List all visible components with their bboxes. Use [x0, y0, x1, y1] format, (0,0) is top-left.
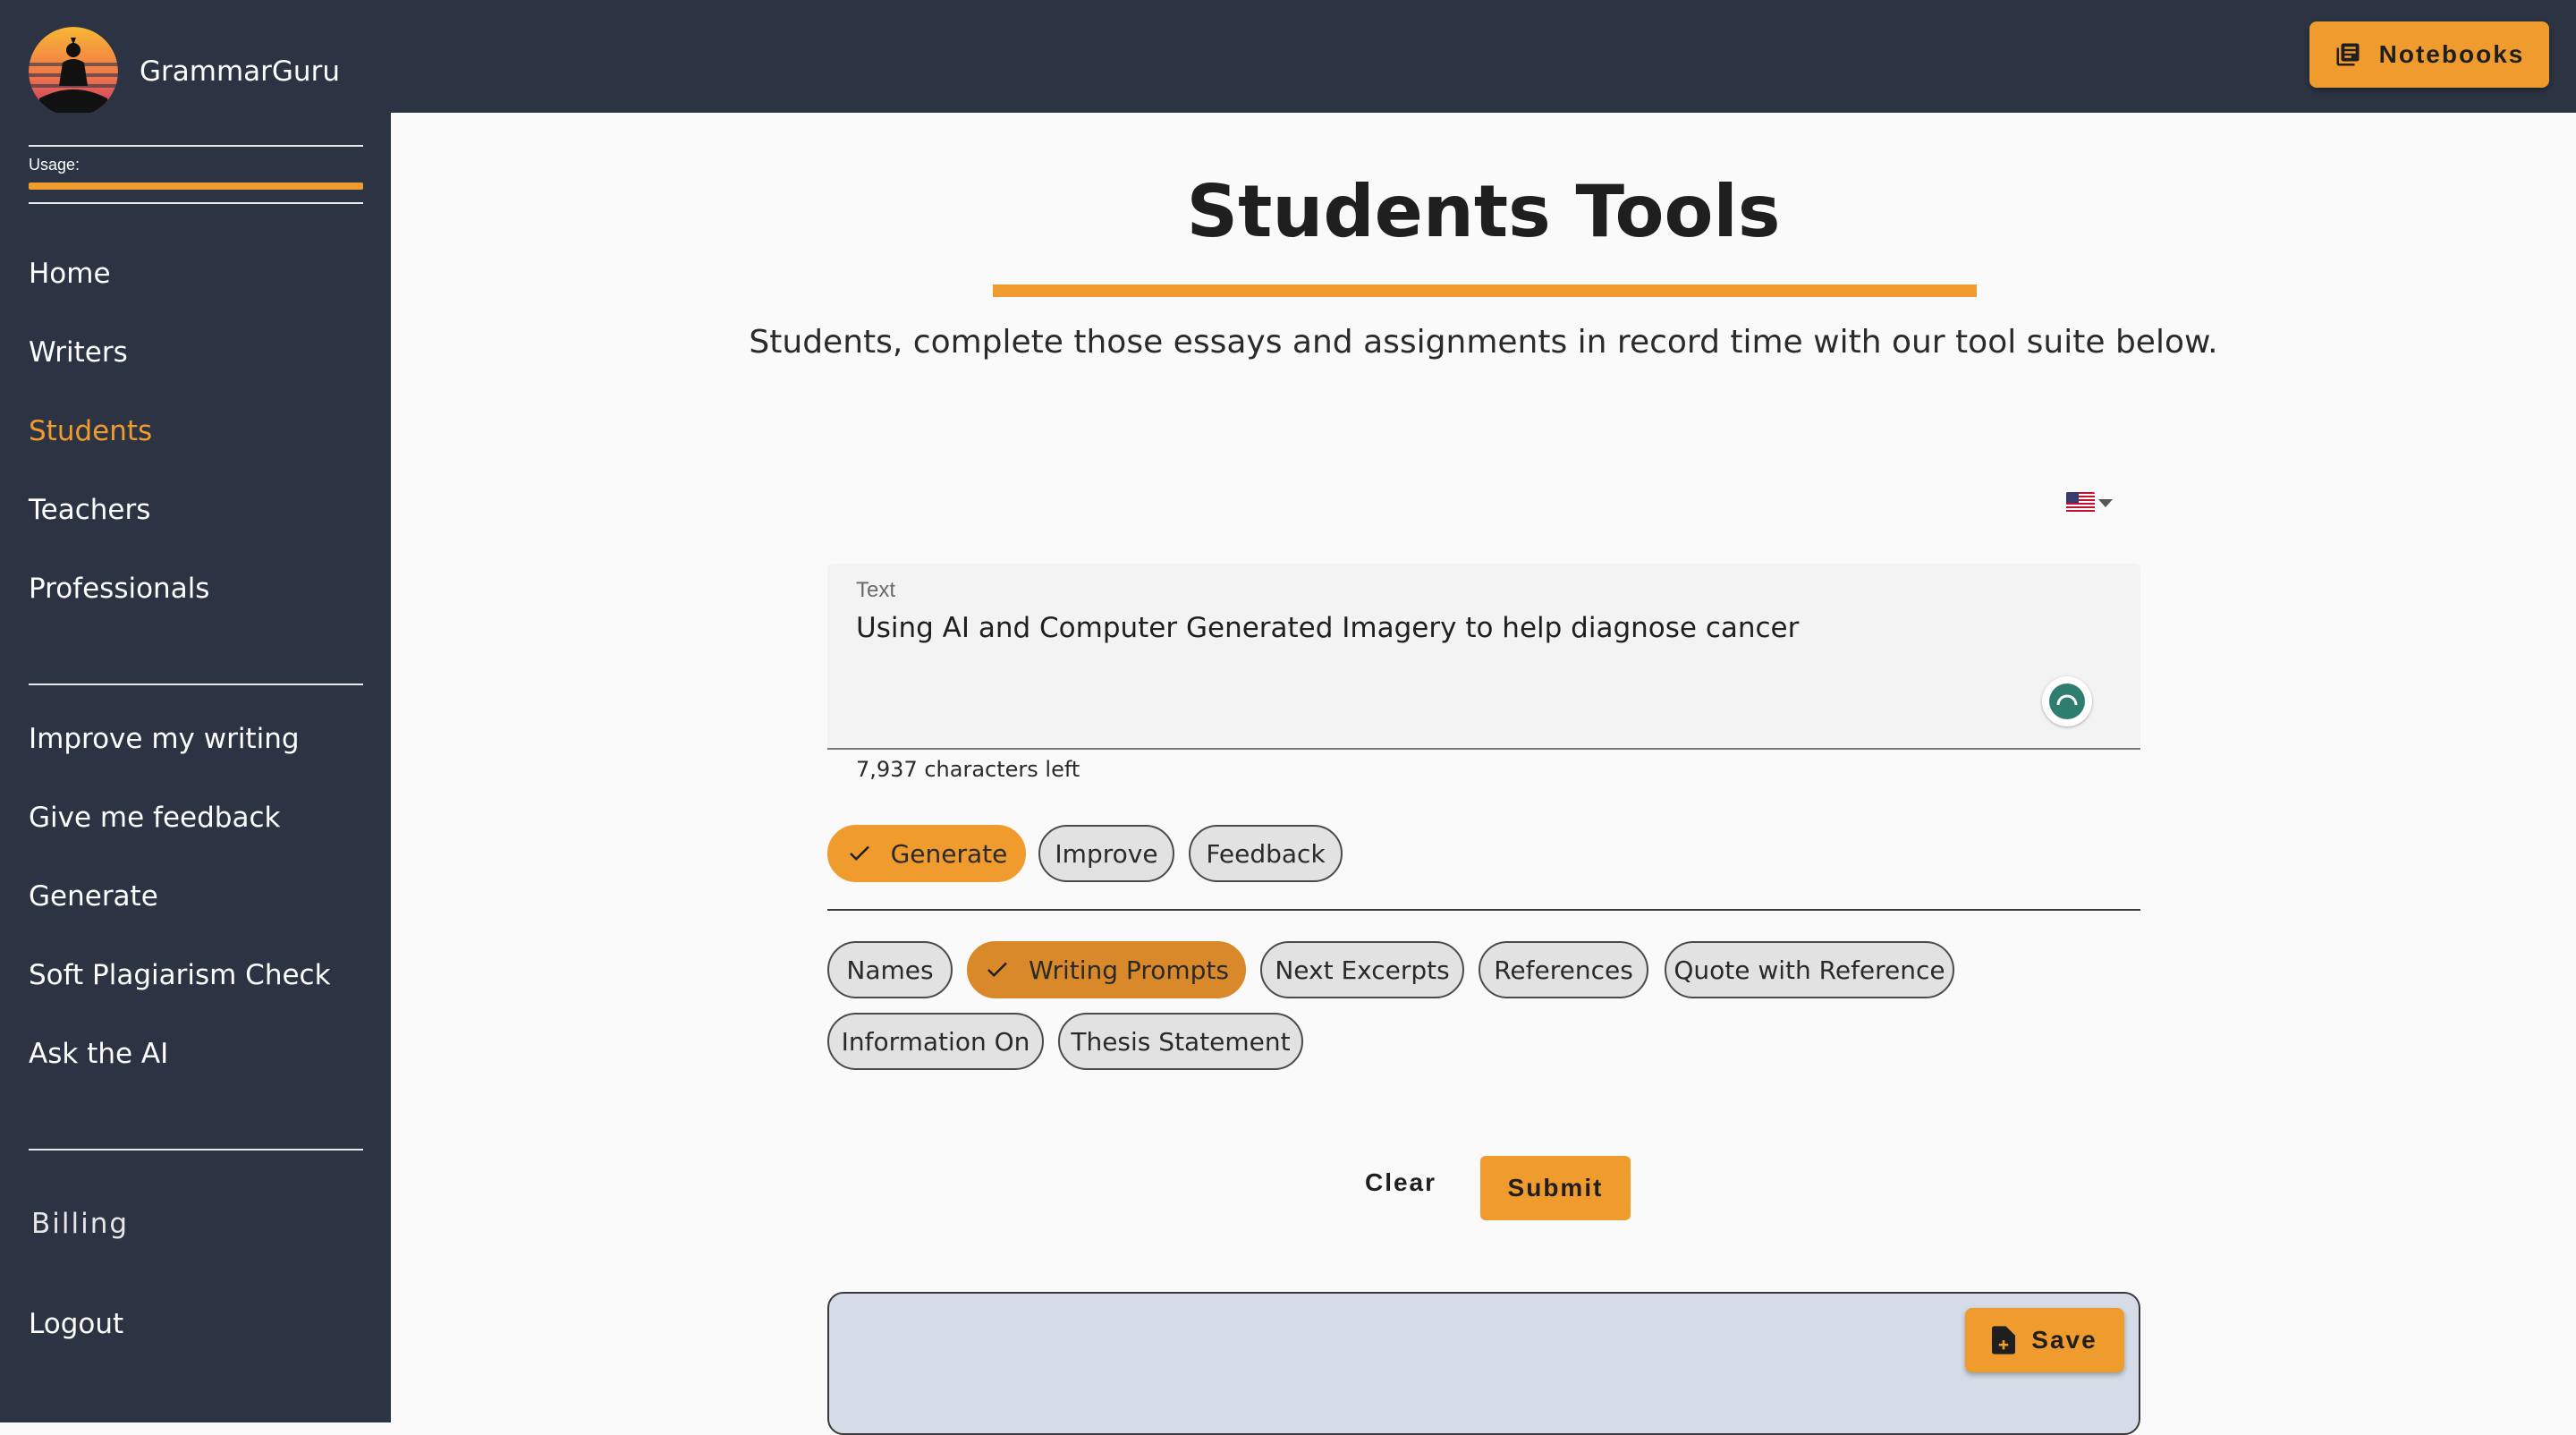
meditation-logo-icon — [29, 27, 118, 116]
sidebar-item-teachers[interactable]: Teachers — [29, 494, 150, 526]
chip-feedback[interactable]: Feedback — [1189, 825, 1343, 882]
usage-bar — [29, 183, 363, 190]
check-icon — [987, 962, 1007, 978]
sidebar-item-writers[interactable]: Writers — [29, 336, 128, 369]
sidebar-item-students[interactable]: Students — [29, 415, 152, 447]
text-field[interactable]: Text Using AI and Computer Generated Ima… — [827, 564, 2140, 750]
sidebar-item-logout[interactable]: Logout — [29, 1308, 123, 1340]
brand[interactable]: GrammarGuru — [29, 27, 340, 116]
chip-writing-prompts[interactable]: Writing Prompts — [967, 941, 1246, 998]
chip-information-on[interactable]: Information On — [827, 1013, 1044, 1070]
sidebar-item-generate[interactable]: Generate — [29, 880, 158, 913]
chip-thesis-statement[interactable]: Thesis Statement — [1058, 1013, 1303, 1070]
chip-improve[interactable]: Improve — [1038, 825, 1174, 882]
text-field-label: Text — [856, 578, 896, 602]
us-flag-icon — [2066, 492, 2095, 514]
notebooks-label: Notebooks — [2378, 40, 2525, 68]
chip-quote-with-reference[interactable]: Quote with Reference — [1665, 941, 1954, 998]
usage-label: Usage: — [29, 156, 80, 174]
file-add-icon — [1992, 1326, 2016, 1354]
sidebar-item-ask-the-ai[interactable]: Ask the AI — [29, 1038, 168, 1070]
page-subtitle: Students, complete those essays and assi… — [749, 324, 2218, 361]
chip-label: Next Excerpts — [1275, 955, 1450, 985]
chip-names[interactable]: Names — [827, 941, 953, 998]
sidebar: Usage: Home Writers Students Teachers Pr… — [0, 113, 391, 1422]
characters-left: 7,937 characters left — [856, 757, 1080, 782]
chip-label: References — [1494, 955, 1633, 985]
app-name: GrammarGuru — [140, 55, 340, 88]
chip-label: Information On — [841, 1026, 1030, 1057]
sidebar-divider — [29, 684, 363, 685]
usage-divider-top — [29, 145, 363, 147]
chip-label: Improve — [1055, 838, 1158, 869]
grammar-check-icon[interactable] — [2042, 676, 2092, 726]
notebooks-button[interactable]: Notebooks — [2309, 21, 2549, 88]
chip-label: Thesis Statement — [1071, 1026, 1291, 1057]
chevron-down-icon — [2098, 498, 2113, 507]
usage-bar-fill — [29, 183, 363, 190]
chip-next-excerpts[interactable]: Next Excerpts — [1260, 941, 1464, 998]
sidebar-item-soft-plagiarism-check[interactable]: Soft Plagiarism Check — [29, 959, 331, 991]
sidebar-divider — [29, 1149, 363, 1151]
notebook-icon — [2336, 43, 2360, 66]
output-box — [827, 1292, 2140, 1435]
sidebar-item-professionals[interactable]: Professionals — [29, 573, 209, 605]
chip-references[interactable]: References — [1479, 941, 1648, 998]
chip-label: Names — [846, 955, 934, 985]
chip-label: Quote with Reference — [1674, 955, 1945, 985]
usage-divider-bottom — [29, 202, 363, 204]
sidebar-item-billing[interactable]: Billing — [31, 1208, 129, 1240]
chip-generate[interactable]: Generate — [827, 825, 1026, 882]
sidebar-item-home[interactable]: Home — [29, 258, 111, 290]
section-divider — [827, 909, 2140, 911]
chip-label: Writing Prompts — [1029, 955, 1229, 985]
page-title: Students Tools — [1186, 170, 1781, 253]
top-bar: GrammarGuru Notebooks — [0, 0, 2576, 116]
clear-button[interactable]: Clear — [1347, 1156, 1454, 1210]
sidebar-item-give-me-feedback[interactable]: Give me feedback — [29, 802, 280, 834]
main-content: Students Tools Students, complete those … — [391, 113, 2576, 1435]
chip-label: Generate — [890, 838, 1008, 869]
submit-button[interactable]: Submit — [1480, 1156, 1631, 1220]
text-field-value[interactable]: Using AI and Computer Generated Imagery … — [856, 612, 1799, 644]
chip-label: Feedback — [1206, 838, 1326, 869]
check-icon — [849, 845, 869, 862]
save-button[interactable]: Save — [1965, 1308, 2124, 1372]
title-underline — [993, 284, 1977, 297]
sidebar-item-improve-my-writing[interactable]: Improve my writing — [29, 723, 300, 755]
save-label: Save — [2031, 1326, 2097, 1354]
language-select[interactable] — [2066, 492, 2113, 514]
